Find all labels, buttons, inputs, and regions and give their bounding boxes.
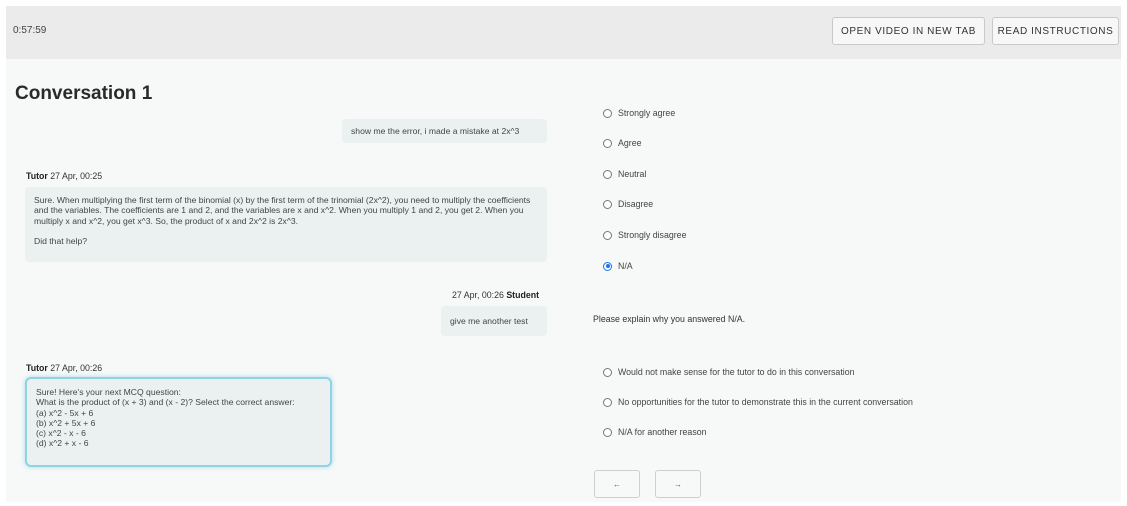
message-meta: 27 Apr, 00:26 Student bbox=[452, 290, 539, 300]
conversation-title: Conversation 1 bbox=[15, 83, 153, 104]
previous-button[interactable]: ← bbox=[594, 470, 640, 498]
explanation-option-no-sense[interactable]: Would not make sense for the tutor to do… bbox=[603, 367, 855, 377]
message-time: 27 Apr, 00:26 bbox=[50, 363, 103, 373]
radio-button[interactable] bbox=[603, 169, 612, 179]
message-time: 27 Apr, 00:26 bbox=[452, 290, 504, 300]
radio-button[interactable] bbox=[603, 138, 612, 148]
open-video-button[interactable]: OPEN VIDEO IN NEW TAB bbox=[832, 17, 985, 45]
annotation-frame: 0:57:59 OPEN VIDEO IN NEW TAB READ INSTR… bbox=[6, 6, 1121, 502]
message-line: (d) x^2 + x - 6 bbox=[36, 438, 89, 449]
message-author: Student bbox=[506, 290, 540, 300]
message-author: Tutor bbox=[26, 171, 48, 181]
radio-button[interactable] bbox=[603, 367, 612, 377]
radio-button[interactable] bbox=[603, 397, 612, 407]
message-author: Tutor bbox=[26, 363, 48, 373]
timer: 0:57:59 bbox=[13, 25, 47, 36]
rating-option-na[interactable]: N/A bbox=[603, 261, 633, 271]
message-paragraph: Did that help? bbox=[34, 235, 88, 246]
message-line: (b) x^2 + 5x + 6 bbox=[36, 417, 96, 428]
message-paragraph: Sure. When multiplying the first term of… bbox=[34, 195, 531, 226]
message-text: show me the error, i made a mistake at 2… bbox=[351, 126, 520, 136]
rating-option-agree[interactable]: Agree bbox=[603, 138, 641, 148]
student-message: show me the error, i made a mistake at 2… bbox=[342, 119, 547, 143]
rating-option-strongly-agree[interactable]: Strongly agree bbox=[603, 108, 675, 118]
radio-button[interactable] bbox=[603, 427, 612, 437]
rating-option-neutral[interactable]: Neutral bbox=[603, 169, 646, 179]
option-label: Neutral bbox=[618, 169, 647, 179]
message-meta: Tutor 27 Apr, 00:26 bbox=[26, 363, 102, 373]
explanation-option-no-opportunities[interactable]: No opportunities for the tutor to demons… bbox=[603, 397, 913, 407]
option-label: N/A bbox=[618, 261, 633, 271]
option-label: Would not make sense for the tutor to do… bbox=[618, 367, 855, 377]
message-text: give me another test bbox=[450, 316, 528, 326]
option-label: Strongly agree bbox=[618, 108, 676, 118]
option-label: N/A for another reason bbox=[618, 427, 707, 437]
option-label: No opportunities for the tutor to demons… bbox=[618, 397, 913, 407]
message-line: (a) x^2 - 5x + 6 bbox=[36, 407, 94, 418]
student-message: give me another test bbox=[441, 306, 547, 336]
option-label: Disagree bbox=[618, 199, 654, 209]
option-label: Strongly disagree bbox=[618, 230, 687, 240]
message-line: Sure! Here's your next MCQ question: bbox=[36, 387, 181, 397]
message-time: 27 Apr, 00:25 bbox=[50, 171, 103, 181]
radio-button[interactable] bbox=[603, 230, 612, 240]
explanation-option-other-reason[interactable]: N/A for another reason bbox=[603, 427, 707, 437]
message-meta: Tutor 27 Apr, 00:25 bbox=[26, 171, 102, 181]
message-line: (c) x^2 - x - 6 bbox=[36, 428, 86, 439]
radio-button-selected[interactable] bbox=[603, 261, 612, 271]
top-bar: 0:57:59 OPEN VIDEO IN NEW TAB READ INSTR… bbox=[6, 6, 1121, 59]
tutor-message: Sure. When multiplying the first term of… bbox=[25, 187, 547, 262]
radio-button[interactable] bbox=[603, 108, 612, 118]
radio-button[interactable] bbox=[603, 199, 612, 209]
option-label: Agree bbox=[618, 138, 642, 148]
message-line: What is the product of (x + 3) and (x - … bbox=[36, 397, 295, 408]
tutor-message-highlighted[interactable]: Sure! Here's your next MCQ question: Wha… bbox=[25, 377, 332, 467]
rating-option-strongly-disagree[interactable]: Strongly disagree bbox=[603, 230, 686, 240]
explanation-prompt: Please explain why you answered N/A. bbox=[593, 314, 746, 324]
next-button[interactable]: → bbox=[655, 470, 701, 498]
read-instructions-button[interactable]: READ INSTRUCTIONS bbox=[992, 17, 1119, 45]
rating-option-disagree[interactable]: Disagree bbox=[603, 199, 653, 209]
